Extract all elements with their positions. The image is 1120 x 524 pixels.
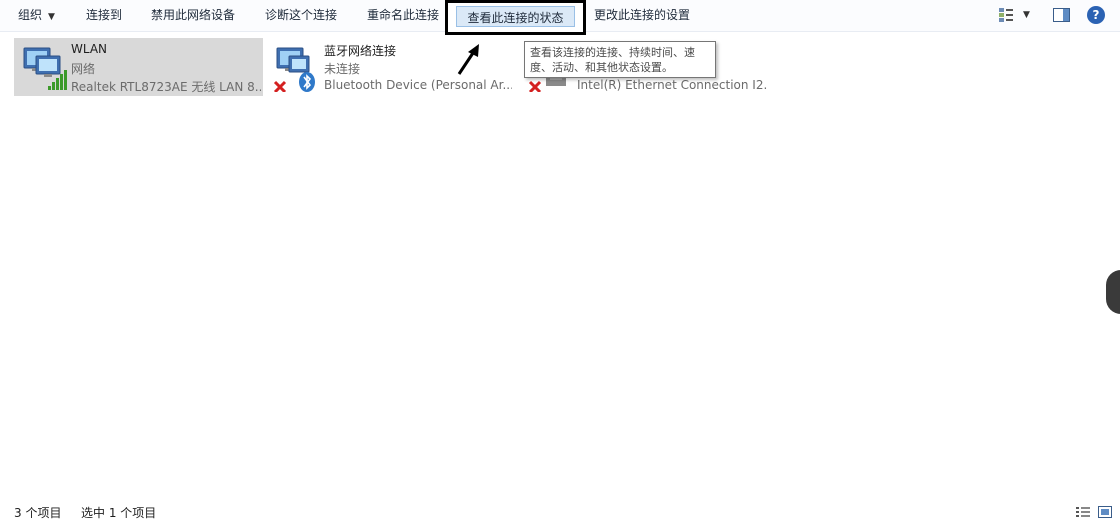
tooltip-line-2: 度、活动、和其他状态设置。 bbox=[530, 61, 673, 74]
annotation-highlight-box: 查看此连接的状态 bbox=[445, 0, 586, 35]
change-view-icon[interactable] bbox=[998, 7, 1014, 23]
connection-item-wlan[interactable]: WLAN 网络 Realtek RTL8723AE 无线 LAN 8... bbox=[14, 38, 263, 96]
organize-menu[interactable]: 组织 ▼ bbox=[18, 0, 55, 31]
connection-status: 未连接 bbox=[324, 62, 361, 76]
details-view-icon[interactable] bbox=[1076, 506, 1090, 518]
diagnose-button[interactable]: 诊断这个连接 bbox=[265, 0, 337, 31]
connection-device: Intel(R) Ethernet Connection I2... bbox=[577, 78, 767, 92]
rename-button[interactable]: 重命名此连接 bbox=[367, 0, 439, 31]
help-icon[interactable]: ? bbox=[1087, 6, 1105, 24]
connection-status: 网络 bbox=[71, 62, 96, 76]
connection-name: 蓝牙网络连接 bbox=[324, 44, 397, 58]
bluetooth-network-icon bbox=[273, 47, 315, 92]
connection-device: Bluetooth Device (Personal Ar... bbox=[324, 78, 512, 92]
change-settings-button[interactable]: 更改此连接的设置 bbox=[594, 0, 690, 31]
chevron-down-icon: ▼ bbox=[48, 12, 55, 22]
preview-pane-icon[interactable] bbox=[1053, 8, 1070, 22]
large-icons-view-icon[interactable] bbox=[1098, 506, 1112, 518]
tooltip-line-1: 查看该连接的连接、持续时间、速 bbox=[530, 46, 695, 59]
disable-device-button[interactable]: 禁用此网络设备 bbox=[151, 0, 235, 31]
selected-count: 选中 1 个项目 bbox=[81, 506, 157, 520]
connection-device: Realtek RTL8723AE 无线 LAN 8... bbox=[71, 80, 261, 94]
view-options-chevron-icon[interactable]: ▼ bbox=[1023, 10, 1030, 20]
view-status-label: 查看此连接的状态 bbox=[467, 11, 564, 25]
status-bar: 3 个项目 选中 1 个项目 bbox=[0, 500, 1120, 524]
command-bar: 组织 ▼ 连接到 禁用此网络设备 诊断这个连接 重命名此连接 查看此连接的状态 更… bbox=[0, 0, 1120, 35]
side-panel-tab[interactable] bbox=[1106, 270, 1120, 314]
organize-label: 组织 bbox=[18, 8, 43, 22]
connect-to-button[interactable]: 连接到 bbox=[86, 0, 122, 31]
tooltip: 查看该连接的连接、持续时间、速 度、活动、和其他状态设置。 bbox=[524, 41, 716, 78]
annotation-arrow-icon bbox=[457, 44, 479, 75]
wifi-network-icon bbox=[23, 47, 67, 90]
connection-name: WLAN bbox=[71, 42, 108, 56]
item-count: 3 个项目 bbox=[14, 506, 62, 520]
